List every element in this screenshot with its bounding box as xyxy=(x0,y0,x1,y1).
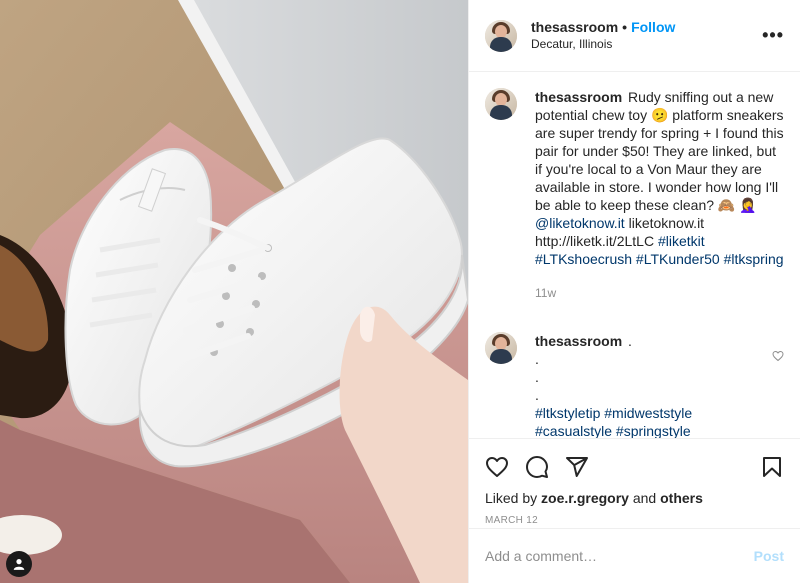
liked-by-prefix: Liked by xyxy=(485,490,542,506)
caption-timestamp[interactable]: 11w xyxy=(535,284,784,302)
comment-button[interactable] xyxy=(517,447,557,487)
action-icons-row xyxy=(469,439,800,487)
post-header: thesassroom • Follow Decatur, Illinois •… xyxy=(469,0,800,72)
post-date[interactable]: MARCH 12 xyxy=(469,515,800,526)
post-photo[interactable] xyxy=(0,0,468,583)
user-tag-icon xyxy=(13,559,25,570)
comment-hashtags-line[interactable]: #casualstyle #springstyle xyxy=(535,422,784,438)
post-actions: Liked by zoe.r.gregory and others MARCH … xyxy=(469,438,800,583)
liked-by-others-link[interactable]: others xyxy=(660,490,703,506)
post-side-panel: thesassroom • Follow Decatur, Illinois •… xyxy=(468,0,800,583)
comment-body: thesassroom . . . . #ltkstyletip #midwes… xyxy=(535,332,784,438)
comments-list[interactable]: thesassroom Rudy sniffing out a new pote… xyxy=(469,72,800,438)
liked-by-and: and xyxy=(628,490,661,506)
post-comment-button[interactable]: Post xyxy=(754,548,784,564)
heart-icon xyxy=(486,457,508,477)
caption-text-1: Rudy sniffing out a new potential chew t… xyxy=(535,89,784,213)
comment-icon xyxy=(526,456,548,478)
comment-dot-line: . xyxy=(535,351,539,367)
header-text: thesassroom • Follow Decatur, Illinois xyxy=(531,19,675,53)
comment-text: . xyxy=(624,333,632,349)
caption-body: thesassroom Rudy sniffing out a new pote… xyxy=(535,88,784,302)
caption: thesassroom Rudy sniffing out a new pote… xyxy=(485,88,784,302)
caption-username[interactable]: thesassroom xyxy=(535,89,622,105)
comment-input[interactable] xyxy=(485,548,754,564)
follow-button[interactable]: Follow xyxy=(631,19,675,36)
bookmark-icon xyxy=(763,457,781,477)
more-options-icon[interactable]: ••• xyxy=(762,26,784,44)
liked-by-text: Liked by zoe.r.gregory and others xyxy=(469,489,800,507)
avatar[interactable] xyxy=(485,88,517,120)
save-button[interactable] xyxy=(752,447,792,487)
sneakers-photo-image xyxy=(0,0,468,583)
comment-dot-line: . xyxy=(535,387,539,403)
comment-dot-line: . xyxy=(535,369,539,385)
share-button[interactable] xyxy=(557,447,597,487)
like-button[interactable] xyxy=(477,447,517,487)
avatar[interactable] xyxy=(485,19,517,52)
location-link[interactable]: Decatur, Illinois xyxy=(531,36,675,53)
header-separator: • xyxy=(622,18,628,35)
comment-like-heart-icon[interactable] xyxy=(772,350,784,362)
share-icon xyxy=(566,457,588,477)
comment-hashtags-line[interactable]: #ltkstyletip #midweststyle xyxy=(535,404,784,422)
user-tag-button[interactable] xyxy=(6,551,32,577)
caption-mention-link[interactable]: @liketoknow.it xyxy=(535,215,625,231)
comment-username[interactable]: thesassroom xyxy=(535,333,622,349)
add-comment-bar: Post xyxy=(469,528,800,583)
avatar[interactable] xyxy=(485,332,517,364)
liked-by-user-link[interactable]: zoe.r.gregory xyxy=(541,490,629,506)
header-username[interactable]: thesassroom xyxy=(531,19,618,36)
comment-item: thesassroom . . . . #ltkstyletip #midwes… xyxy=(485,332,784,438)
